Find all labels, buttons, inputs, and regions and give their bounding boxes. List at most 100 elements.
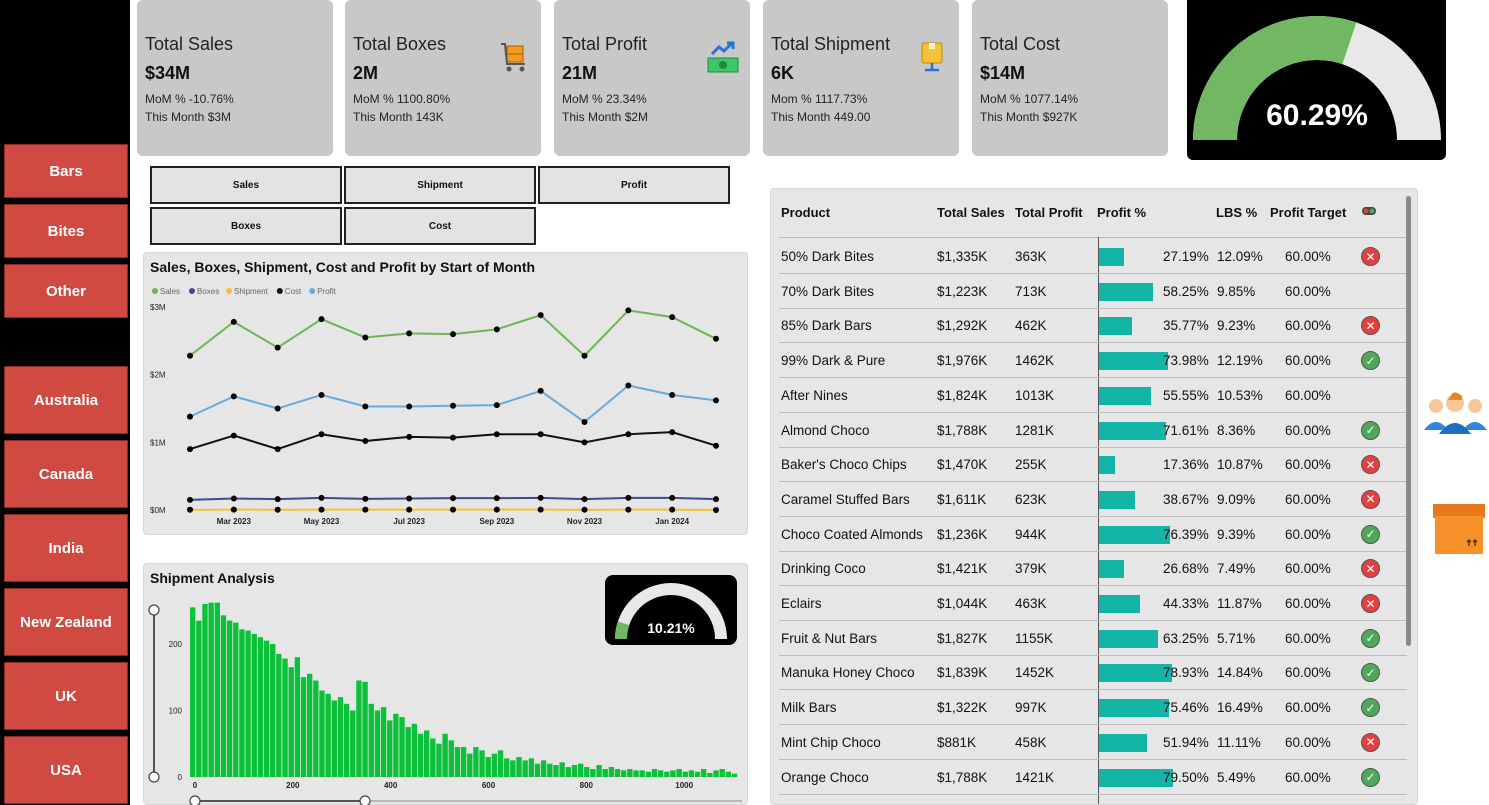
country-button-new-zealand[interactable]: New Zealand — [4, 588, 128, 656]
column-header-profit-pct[interactable]: Profit % — [1097, 205, 1146, 220]
data-point — [493, 326, 500, 333]
x-range-slider-handle[interactable] — [189, 795, 201, 805]
cell-lbs-pct: 16.49% — [1217, 700, 1263, 716]
data-point — [669, 314, 676, 321]
table-row[interactable]: After Nines $1,824K 1013K 55.55% 10.53% 60.00… — [779, 378, 1407, 413]
table-row[interactable]: Baker's Choco Chips $1,470K 255K 17.36% 10.8… — [779, 447, 1407, 483]
measure-button-profit[interactable]: Profit — [538, 166, 730, 204]
table-row[interactable]: 70% Dark Bites $1,223K 713K 58.25% 9.85% 60.0… — [779, 274, 1407, 309]
table-row[interactable]: Manuka Honey Choco $1,839K 1452K 78.93% 14.8… — [779, 655, 1407, 691]
table-row[interactable]: Choco Coated Almonds $1,236K 944K 76.39% 9.3… — [779, 517, 1407, 552]
table-row[interactable]: Eclairs $1,044K 463K 44.33% 11.87% 60.00% ✕ — [779, 586, 1407, 621]
category-button-other[interactable]: Other — [4, 264, 128, 318]
data-point — [318, 506, 325, 513]
cell-lbs-pct: 12.19% — [1217, 353, 1263, 369]
histogram-bar — [270, 643, 276, 777]
table-row[interactable]: Mint Chip Choco $881K 458K 51.94% 11.11% 60.0… — [779, 725, 1407, 760]
cell-product: Orange Choco — [781, 769, 869, 785]
data-point — [230, 393, 237, 400]
cell-lbs-pct: 5.49% — [1217, 769, 1256, 785]
data-point — [537, 387, 544, 394]
cell-profit-pct: 55.55% — [1163, 387, 1209, 403]
table-row[interactable]: Milk Bars $1,322K 997K 75.46% 16.49% 60.00% ✓ — [779, 690, 1407, 726]
country-button-usa[interactable]: USA — [4, 736, 128, 804]
x-tick-label: Jan 2024 — [655, 517, 689, 526]
table-row[interactable]: Drinking Coco $1,421K 379K 26.68% 7.49% 60.00… — [779, 551, 1407, 587]
histogram-bar — [430, 738, 436, 777]
data-point — [230, 432, 237, 439]
country-button-india[interactable]: India — [4, 514, 128, 582]
data-point — [187, 352, 193, 359]
cell-lbs-pct: 11.87% — [1217, 596, 1262, 611]
country-button-uk[interactable]: UK — [4, 662, 128, 730]
histogram-bar — [214, 602, 220, 777]
column-header-lbs-pct[interactable]: LBS % — [1216, 205, 1257, 220]
table-row[interactable]: 50% Dark Bites $1,335K 363K 27.19% 12.09% 60.… — [779, 239, 1407, 274]
category-button-bars[interactable]: Bars — [4, 144, 128, 198]
cell-profit-pct: 27.19% — [1163, 249, 1209, 264]
histogram-bar — [627, 769, 633, 777]
histogram-bar — [467, 753, 473, 777]
data-point — [713, 506, 719, 513]
data-point — [274, 506, 281, 513]
histogram-bar — [313, 680, 319, 777]
kpi-card-total-cost: Total Cost $14M MoM % 1077.14% This Mont… — [972, 0, 1168, 156]
table-row[interactable]: 85% Dark Bars $1,292K 462K 35.77% 9.23% 60.00… — [779, 308, 1407, 344]
cell-total-sales: $1,788K — [937, 422, 988, 438]
data-point — [318, 391, 325, 398]
histogram-bar — [553, 765, 559, 777]
cell-profit-pct: 71.61% — [1163, 422, 1209, 438]
profit-pct-bar — [1099, 456, 1116, 475]
table-row[interactable]: Almond Choco $1,788K 1281K 71.61% 8.36% 60.00… — [779, 413, 1407, 448]
column-header-total-sales[interactable]: Total Sales — [937, 205, 1005, 220]
column-header-total-profit[interactable]: Total Profit — [1015, 205, 1083, 220]
cell-profit-pct: 76.39% — [1163, 526, 1209, 542]
measure-button-cost[interactable]: Cost — [344, 207, 536, 245]
histogram-bar — [319, 690, 325, 777]
target-met-icon: ✓ — [1361, 351, 1380, 371]
y-range-slider-handle[interactable] — [148, 771, 160, 783]
measure-button-sales[interactable]: Sales — [150, 166, 342, 204]
data-point — [274, 446, 281, 453]
target-missed-icon: ✕ — [1361, 455, 1380, 475]
histogram-bar — [226, 620, 233, 777]
histogram-bar — [245, 630, 251, 777]
profit-pct-bar — [1099, 595, 1141, 613]
histogram-bar — [688, 770, 695, 777]
category-button-bites[interactable]: Bites — [4, 204, 128, 258]
table-row[interactable]: 99% Dark & Pure $1,976K 1462K 73.98% 12.19% 6… — [779, 343, 1407, 379]
country-button-australia[interactable]: Australia — [4, 366, 128, 434]
table-row[interactable]: Orange Choco $1,788K 1421K 79.50% 5.49% 60.00… — [779, 760, 1407, 795]
product-table: Product Total Sales Total Profit Profit … — [770, 188, 1418, 805]
kpi-this-month: This Month $3M — [145, 110, 232, 124]
table-scrollbar[interactable] — [1406, 196, 1411, 646]
target-missed-icon: ✕ — [1361, 316, 1380, 336]
x-range-slider-handle[interactable] — [359, 795, 371, 805]
y-range-slider-handle[interactable] — [148, 604, 160, 616]
shipment-gauge: 10.21% — [605, 575, 737, 645]
histogram-bar — [405, 727, 411, 777]
data-point — [450, 402, 456, 409]
table-row[interactable]: Caramel Stuffed Bars $1,611K 623K 38.67% 9.0… — [779, 482, 1407, 517]
histogram-bar — [559, 762, 565, 777]
kpi-title: Total Cost — [980, 34, 1061, 54]
table-row[interactable]: Fruit & Nut Bars $1,827K 1155K 63.25% 5.71% 6… — [779, 621, 1407, 656]
measure-button-shipment[interactable]: Shipment — [344, 166, 536, 204]
cell-profit-target: 60.00% — [1285, 561, 1331, 577]
histogram-bar — [516, 757, 522, 777]
histogram-bar — [350, 710, 356, 777]
kpi-title: Total Sales — [145, 34, 234, 54]
y-tick-label: $0M — [150, 506, 166, 515]
cell-profit-target: 60.00% — [1285, 700, 1331, 716]
data-point — [230, 506, 237, 513]
histogram-bar — [282, 658, 288, 777]
box-icon — [1433, 504, 1485, 554]
data-point — [187, 446, 193, 453]
column-header-product[interactable]: Product — [781, 205, 830, 220]
cell-profit-target: 60.00% — [1285, 596, 1331, 611]
measure-button-boxes[interactable]: Boxes — [150, 207, 342, 245]
profit-pct-bar — [1099, 317, 1133, 336]
data-point — [625, 494, 632, 501]
country-button-canada[interactable]: Canada — [4, 440, 128, 508]
column-header-profit-target[interactable]: Profit Target — [1270, 205, 1346, 220]
